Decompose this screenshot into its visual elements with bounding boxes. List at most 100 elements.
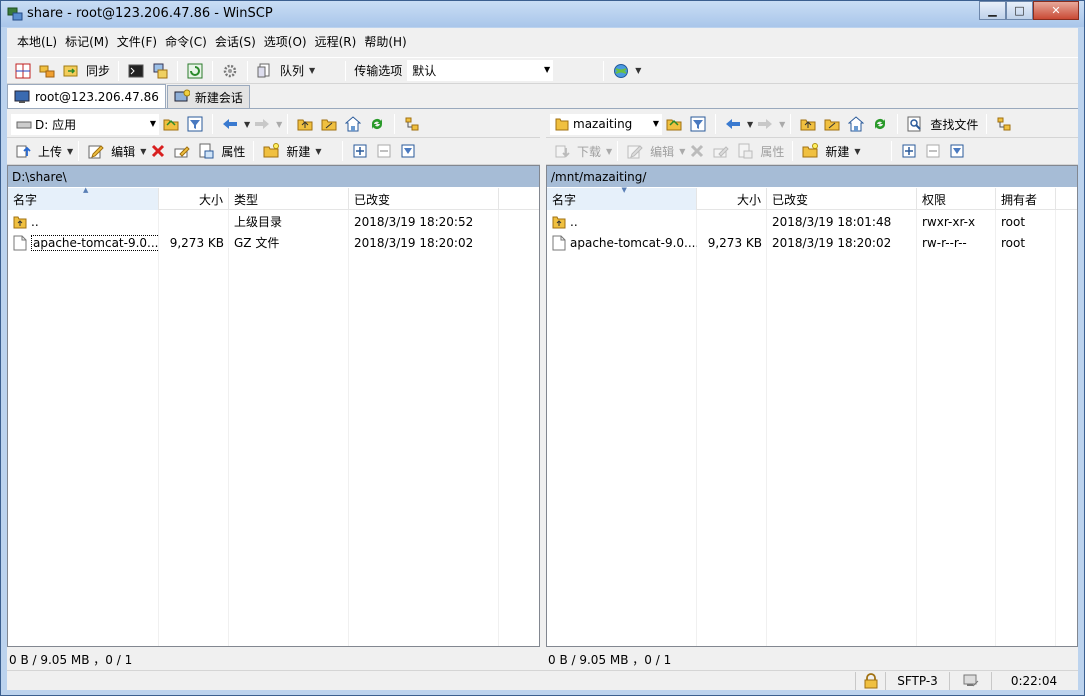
maximize-button[interactable]: □: [1006, 1, 1033, 20]
tab-session-root[interactable]: root@123.206.47.86: [7, 84, 166, 108]
menu-options[interactable]: 选项(O): [260, 33, 311, 50]
preferences-gear-icon[interactable]: [221, 62, 239, 80]
menu-local[interactable]: 本地(L): [13, 33, 61, 50]
right-directory-select[interactable]: mazaiting ▼: [550, 113, 662, 135]
menu-session[interactable]: 会话(S): [211, 33, 260, 50]
refresh-icon[interactable]: [368, 115, 386, 133]
left-drive-select[interactable]: D: 应用 ▼: [11, 113, 159, 135]
column-rights[interactable]: 权限: [917, 188, 996, 210]
menu-remote[interactable]: 远程(R): [311, 33, 361, 50]
forward-dropdown-icon[interactable]: ▼: [276, 120, 282, 129]
properties-icon[interactable]: [736, 142, 754, 160]
title-bar[interactable]: share - root@123.206.47.86 - WinSCP ▁ □ …: [1, 1, 1084, 27]
column-type[interactable]: 类型: [229, 188, 349, 210]
edit-label[interactable]: 编辑: [650, 143, 674, 160]
compare-directories-icon[interactable]: [14, 62, 32, 80]
open-folder-icon[interactable]: [665, 115, 683, 133]
column-name[interactable]: ▼ 名字: [547, 186, 697, 210]
column-size[interactable]: 大小: [159, 188, 229, 210]
table-row[interactable]: .. 2018/3/19 18:01:48 rwxr-xr-x root: [547, 211, 1077, 232]
filter-icon[interactable]: [689, 115, 707, 133]
tab-new-session[interactable]: 新建会话: [166, 85, 250, 108]
parent-directory-icon[interactable]: [296, 115, 314, 133]
table-row[interactable]: .. 上级目录 2018/3/19 18:20:52: [8, 211, 539, 232]
queue-label[interactable]: 队列: [280, 62, 304, 79]
properties-icon[interactable]: [197, 142, 215, 160]
menu-mark[interactable]: 标记(M): [61, 33, 113, 50]
new-dropdown-icon[interactable]: ▼: [854, 147, 860, 156]
root-directory-icon[interactable]: [823, 115, 841, 133]
queue-dropdown-icon[interactable]: ▼: [309, 66, 315, 75]
open-folder-icon[interactable]: [162, 115, 180, 133]
globe-dropdown-icon[interactable]: ▼: [635, 66, 641, 75]
download-label[interactable]: 下载: [577, 143, 601, 160]
putty-icon[interactable]: [151, 62, 169, 80]
console-icon[interactable]: [127, 62, 145, 80]
properties-label[interactable]: 属性: [760, 143, 784, 160]
upload-icon[interactable]: [14, 142, 32, 160]
select-filter-icon[interactable]: [399, 142, 417, 160]
select-plus-icon[interactable]: [900, 142, 918, 160]
tree-view-icon[interactable]: [995, 115, 1013, 133]
forward-arrow-icon[interactable]: [253, 115, 271, 133]
new-folder-icon[interactable]: [262, 142, 280, 160]
upload-dropdown-icon[interactable]: ▼: [67, 147, 73, 156]
forward-dropdown-icon[interactable]: ▼: [779, 120, 785, 129]
properties-label[interactable]: 属性: [221, 143, 245, 160]
select-plus-icon[interactable]: [351, 142, 369, 160]
synchronize-browsing-icon[interactable]: [38, 62, 56, 80]
column-size[interactable]: 大小: [697, 188, 767, 210]
back-arrow-icon[interactable]: [221, 115, 239, 133]
new-label[interactable]: 新建: [825, 143, 849, 160]
menu-files[interactable]: 文件(F): [113, 33, 161, 50]
unselect-minus-icon[interactable]: [924, 142, 942, 160]
table-row[interactable]: apache-tomcat-9.0.... 9,273 KB GZ 文件 201…: [8, 232, 539, 253]
rename-icon[interactable]: [712, 142, 730, 160]
edit-label[interactable]: 编辑: [111, 143, 135, 160]
column-changed[interactable]: 已改变: [767, 188, 917, 210]
menu-commands[interactable]: 命令(C): [161, 33, 211, 50]
minimize-button[interactable]: ▁: [979, 1, 1006, 20]
upload-label[interactable]: 上传: [38, 143, 62, 160]
network-globe-icon[interactable]: [612, 62, 630, 80]
edit-icon[interactable]: [626, 142, 644, 160]
find-files-label[interactable]: 查找文件: [930, 116, 978, 133]
back-dropdown-icon[interactable]: ▼: [244, 120, 250, 129]
parent-directory-icon[interactable]: [799, 115, 817, 133]
local-path-bar[interactable]: D:\share\: [8, 166, 539, 187]
download-icon[interactable]: [553, 142, 571, 160]
new-dropdown-icon[interactable]: ▼: [315, 147, 321, 156]
root-directory-icon[interactable]: [320, 115, 338, 133]
edit-icon[interactable]: [87, 142, 105, 160]
rename-icon[interactable]: [173, 142, 191, 160]
new-label[interactable]: 新建: [286, 143, 310, 160]
delete-icon[interactable]: [688, 142, 706, 160]
transfer-preset-select[interactable]: 默认 ▼: [407, 60, 554, 81]
back-dropdown-icon[interactable]: ▼: [747, 120, 753, 129]
unselect-minus-icon[interactable]: [375, 142, 393, 160]
synchronize-icon[interactable]: [62, 62, 80, 80]
edit-dropdown-icon[interactable]: ▼: [679, 147, 685, 156]
home-icon[interactable]: [344, 115, 362, 133]
new-folder-icon[interactable]: [801, 142, 819, 160]
close-button[interactable]: ✕: [1033, 1, 1079, 20]
select-filter-icon[interactable]: [948, 142, 966, 160]
home-icon[interactable]: [847, 115, 865, 133]
filter-icon[interactable]: [186, 115, 204, 133]
download-dropdown-icon[interactable]: ▼: [606, 147, 612, 156]
refresh-remote-icon[interactable]: [186, 62, 204, 80]
refresh-icon[interactable]: [871, 115, 889, 133]
find-files-icon[interactable]: [906, 115, 924, 133]
column-changed[interactable]: 已改变: [349, 188, 499, 210]
delete-icon[interactable]: [149, 142, 167, 160]
tree-view-icon[interactable]: [403, 115, 421, 133]
edit-dropdown-icon[interactable]: ▼: [140, 147, 146, 156]
remote-path-bar[interactable]: /mnt/mazaiting/: [547, 166, 1077, 187]
table-row[interactable]: apache-tomcat-9.0.... 9,273 KB 2018/3/19…: [547, 232, 1077, 253]
back-arrow-icon[interactable]: [724, 115, 742, 133]
column-owner[interactable]: 拥有者: [996, 188, 1056, 210]
forward-arrow-icon[interactable]: [756, 115, 774, 133]
synchronize-label[interactable]: 同步: [86, 62, 110, 79]
column-name[interactable]: ▲ 名字: [8, 186, 159, 210]
queue-icon[interactable]: [256, 62, 274, 80]
